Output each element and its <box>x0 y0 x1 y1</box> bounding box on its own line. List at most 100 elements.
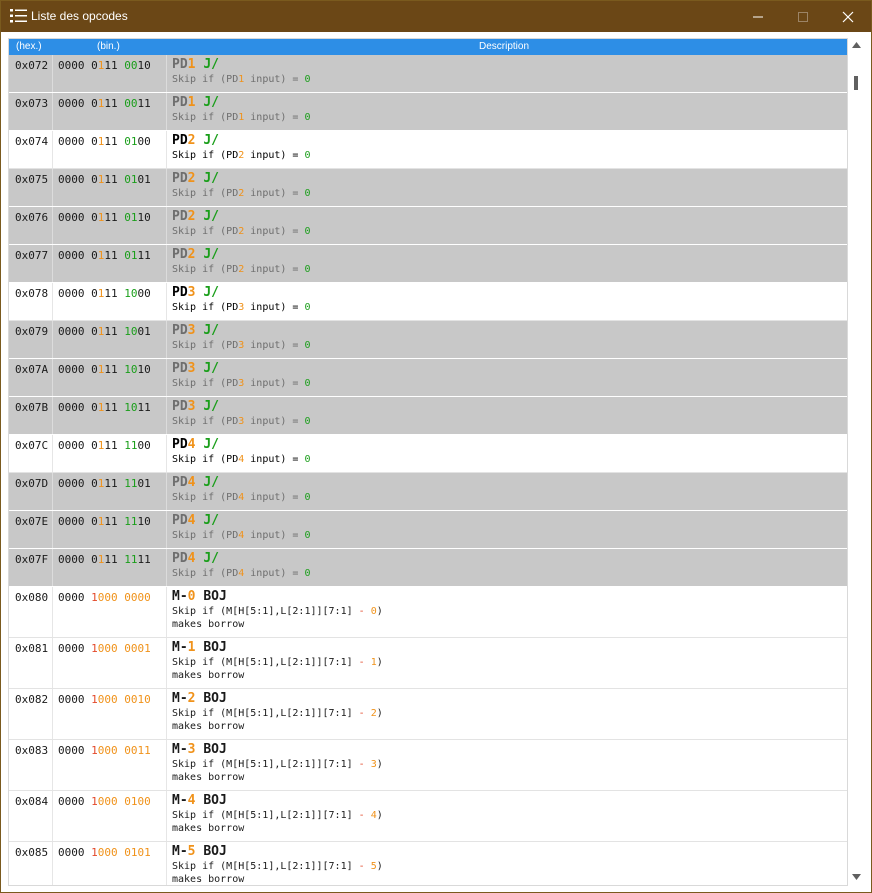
opcode-binary: 0000 0111 0011 <box>58 97 151 110</box>
table-row[interactable]: 0x077 0000 0111 0111 PD2 J/Skip if (PD2 in… <box>9 245 847 283</box>
opcode-binary: 0000 0111 0100 <box>58 135 151 148</box>
description-line: Skip if (PD1 input) = 0 <box>172 111 311 124</box>
chevron-down-icon[interactable] <box>852 874 861 880</box>
title-bar[interactable]: Liste des opcodes <box>1 1 871 32</box>
table-row[interactable]: 0x084 0000 1000 0100 M-4 BOJ Skip if (M[H[5… <box>9 791 847 842</box>
table-row[interactable]: 0x081 0000 1000 0001 M-1 BOJ Skip if (M[H[5… <box>9 638 847 689</box>
table-row[interactable]: 0x074 0000 0111 0100 PD2 J/Skip if (PD2 in… <box>9 131 847 169</box>
scrollbar-thumb[interactable] <box>854 76 858 90</box>
table-row[interactable]: 0x07A 0000 0111 1010 PD3 J/Skip if (PD3 in… <box>9 359 847 397</box>
mnemonic-part: J/ <box>203 285 219 300</box>
table-row[interactable]: 0x07B 0000 0111 1011 PD3 J/Skip if (PD3 in… <box>9 397 847 435</box>
opcode-hex: 0x07D <box>15 477 49 490</box>
description-part: Skip if (PD <box>172 416 239 427</box>
description-part: 0 <box>304 226 311 237</box>
column-divider <box>52 93 53 130</box>
description-line: Skip if (PD2 input) = 0 <box>172 187 311 200</box>
opcode-binary: 0000 0111 1101 <box>58 477 151 490</box>
binary-part: 11 <box>104 97 125 110</box>
list-icon <box>10 9 27 23</box>
binary-part: 11 <box>137 249 151 262</box>
opcode-hex: 0x07B <box>15 401 49 414</box>
table-row[interactable]: 0x073 0000 0111 0011 PD1 J/Skip if (PD1 in… <box>9 93 847 131</box>
binary-part: 00 <box>124 59 138 72</box>
description-part: ) <box>376 606 383 617</box>
column-divider <box>166 55 167 92</box>
binary-part: 0000 <box>58 642 92 655</box>
opcode-hex: 0x07A <box>15 363 49 376</box>
description-line: Skip if (M[H[5:1],L[2:1]][7:1] - 0) <box>172 605 383 618</box>
table-row[interactable]: 0x075 0000 0111 0101 PD2 J/Skip if (PD2 in… <box>9 169 847 207</box>
opcode-description: M-5 BOJ Skip if (M[H[5:1],L[2:1]][7:1] - … <box>172 844 383 885</box>
binary-part: 11 <box>137 553 151 566</box>
mnemonic-part: PD <box>172 323 188 338</box>
table-row[interactable]: 0x078 0000 0111 1000 PD3 J/Skip if (PD3 in… <box>9 283 847 321</box>
opcode-hex: 0x074 <box>15 135 49 148</box>
binary-part: 11 <box>104 135 125 148</box>
opcode-table[interactable]: (hex.) (bin.) Description 0x072 0000 0111… <box>8 38 848 886</box>
mnemonic-part: 4 <box>187 551 196 566</box>
opcode-mnemonic: PD3 J/ <box>172 285 311 301</box>
description-line-borrow: makes borrow <box>172 874 245 885</box>
description-part: ) <box>376 759 383 770</box>
mnemonic-part: PD <box>172 551 188 566</box>
description-part: 0 <box>304 302 311 313</box>
opcode-binary: 0000 0111 1000 <box>58 287 151 300</box>
table-row[interactable]: 0x080 0000 1000 0000 M-0 BOJ Skip if (M[H[5… <box>9 587 847 638</box>
mnemonic-part: M- <box>172 742 188 757</box>
mnemonic-part: PD <box>172 209 188 224</box>
table-row[interactable]: 0x076 0000 0111 0110 PD2 J/Skip if (PD2 in… <box>9 207 847 245</box>
header-description[interactable]: Description <box>479 41 529 52</box>
table-row[interactable]: 0x082 0000 1000 0010 M-2 BOJ Skip if (M[H[5… <box>9 689 847 740</box>
table-row[interactable]: 0x07C 0000 0111 1100 PD4 J/Skip if (PD4 in… <box>9 435 847 473</box>
table-row[interactable]: 0x07D 0000 0111 1101 PD4 J/Skip if (PD4 in… <box>9 473 847 511</box>
binary-part: 0000 0 <box>58 363 98 376</box>
description-part: input) = <box>244 74 305 85</box>
close-button[interactable] <box>825 1 871 32</box>
binary-part: 00 <box>124 97 138 110</box>
description-part: Skip if (PD <box>172 264 239 275</box>
table-row[interactable]: 0x072 0000 0111 0010 PD1 J/Skip if (PD1 in… <box>9 55 847 93</box>
description-part: Skip if (PD <box>172 568 239 579</box>
binary-part: 10 <box>137 211 151 224</box>
header-hex[interactable]: (hex.) <box>16 41 42 52</box>
table-row[interactable]: 0x079 0000 0111 1001 PD3 J/Skip if (PD3 in… <box>9 321 847 359</box>
mnemonic-part: 2 <box>187 691 196 706</box>
table-row[interactable]: 0x085 0000 1000 0101 M-5 BOJ Skip if (M[H[5… <box>9 842 847 885</box>
description-line: Skip if (PD4 input) = 0 <box>172 453 311 466</box>
opcode-binary: 0000 1000 0101 <box>58 846 151 859</box>
binary-part: 10 <box>124 287 138 300</box>
opcode-binary: 0000 0111 0010 <box>58 59 151 72</box>
vertical-scrollbar[interactable] <box>849 39 864 886</box>
description-line: Skip if (PD3 input) = 0 <box>172 301 311 314</box>
opcode-mnemonic: PD3 J/ <box>172 399 311 415</box>
table-row[interactable]: 0x083 0000 1000 0011 M-3 BOJ Skip if (M[H[5… <box>9 740 847 791</box>
column-divider <box>52 791 53 841</box>
minimize-button[interactable] <box>735 1 781 32</box>
opcode-mnemonic: M-2 BOJ <box>172 691 383 707</box>
binary-part: 0000 0 <box>58 515 98 528</box>
column-divider <box>166 283 167 320</box>
binary-part: 000 0101 <box>97 846 151 859</box>
binary-part: 10 <box>137 363 151 376</box>
description-part: input) = <box>244 188 305 199</box>
column-divider <box>52 131 53 168</box>
header-bin[interactable]: (bin.) <box>97 41 120 52</box>
mnemonic-part: M- <box>172 589 188 604</box>
binary-part: 01 <box>124 211 138 224</box>
column-divider <box>166 207 167 244</box>
description-line: Skip if (PD3 input) = 0 <box>172 339 311 352</box>
mnemonic-part: J/ <box>203 209 219 224</box>
table-row[interactable]: 0x07F 0000 0111 1111 PD4 J/Skip if (PD4 in… <box>9 549 847 587</box>
binary-part: 000 0010 <box>97 693 151 706</box>
binary-part: 10 <box>124 325 138 338</box>
chevron-up-icon[interactable] <box>852 42 861 48</box>
description-line-borrow: makes borrow <box>172 772 245 783</box>
binary-part: 1 <box>91 744 98 757</box>
binary-part: 0000 0 <box>58 59 98 72</box>
mnemonic-part: M- <box>172 640 188 655</box>
column-divider <box>166 169 167 206</box>
binary-part: 11 <box>124 477 138 490</box>
column-divider <box>166 791 167 841</box>
table-row[interactable]: 0x07E 0000 0111 1110 PD4 J/Skip if (PD4 in… <box>9 511 847 549</box>
